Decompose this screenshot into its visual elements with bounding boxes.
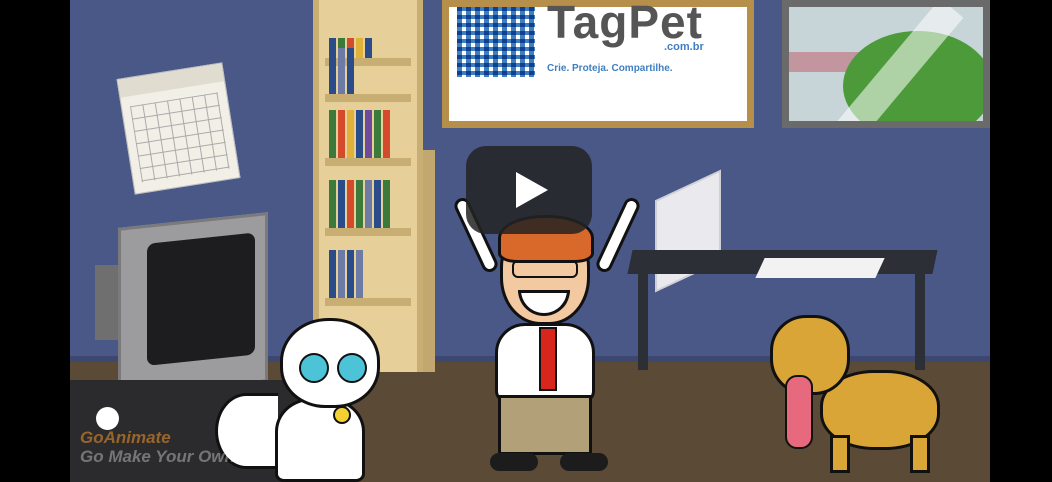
dog-character: [760, 305, 970, 475]
tagpet-poster: TagPet .com.br Crie. Proteja. Compartilh…: [442, 0, 754, 128]
goanimate-watermark: GoAnimate Go Make Your Own: [80, 428, 235, 466]
play-icon: [516, 172, 548, 208]
watermark-brand: GoAnimate: [80, 428, 171, 447]
bookshelf-side: [423, 150, 435, 372]
desk-papers: [755, 258, 885, 278]
cat-character: [215, 318, 385, 482]
wall-calendar: [116, 62, 241, 195]
poster-slogan: Crie. Proteja. Compartilhe.: [547, 63, 673, 74]
qr-code-icon: [457, 7, 535, 77]
video-player[interactable]: TagPet .com.br Crie. Proteja. Compartilh…: [0, 0, 1052, 482]
television: [118, 212, 268, 398]
bookshelf: [313, 0, 423, 372]
poster-domain: .com.br: [664, 41, 704, 53]
video-frame: TagPet .com.br Crie. Proteja. Compartilh…: [70, 0, 990, 482]
man-character: [450, 195, 650, 482]
bell-icon: [333, 406, 351, 424]
office-window: [782, 0, 990, 128]
play-button[interactable]: [466, 146, 592, 234]
progress-scrubber-handle[interactable]: [96, 407, 119, 430]
watermark-tagline: Go Make Your Own: [80, 447, 235, 466]
